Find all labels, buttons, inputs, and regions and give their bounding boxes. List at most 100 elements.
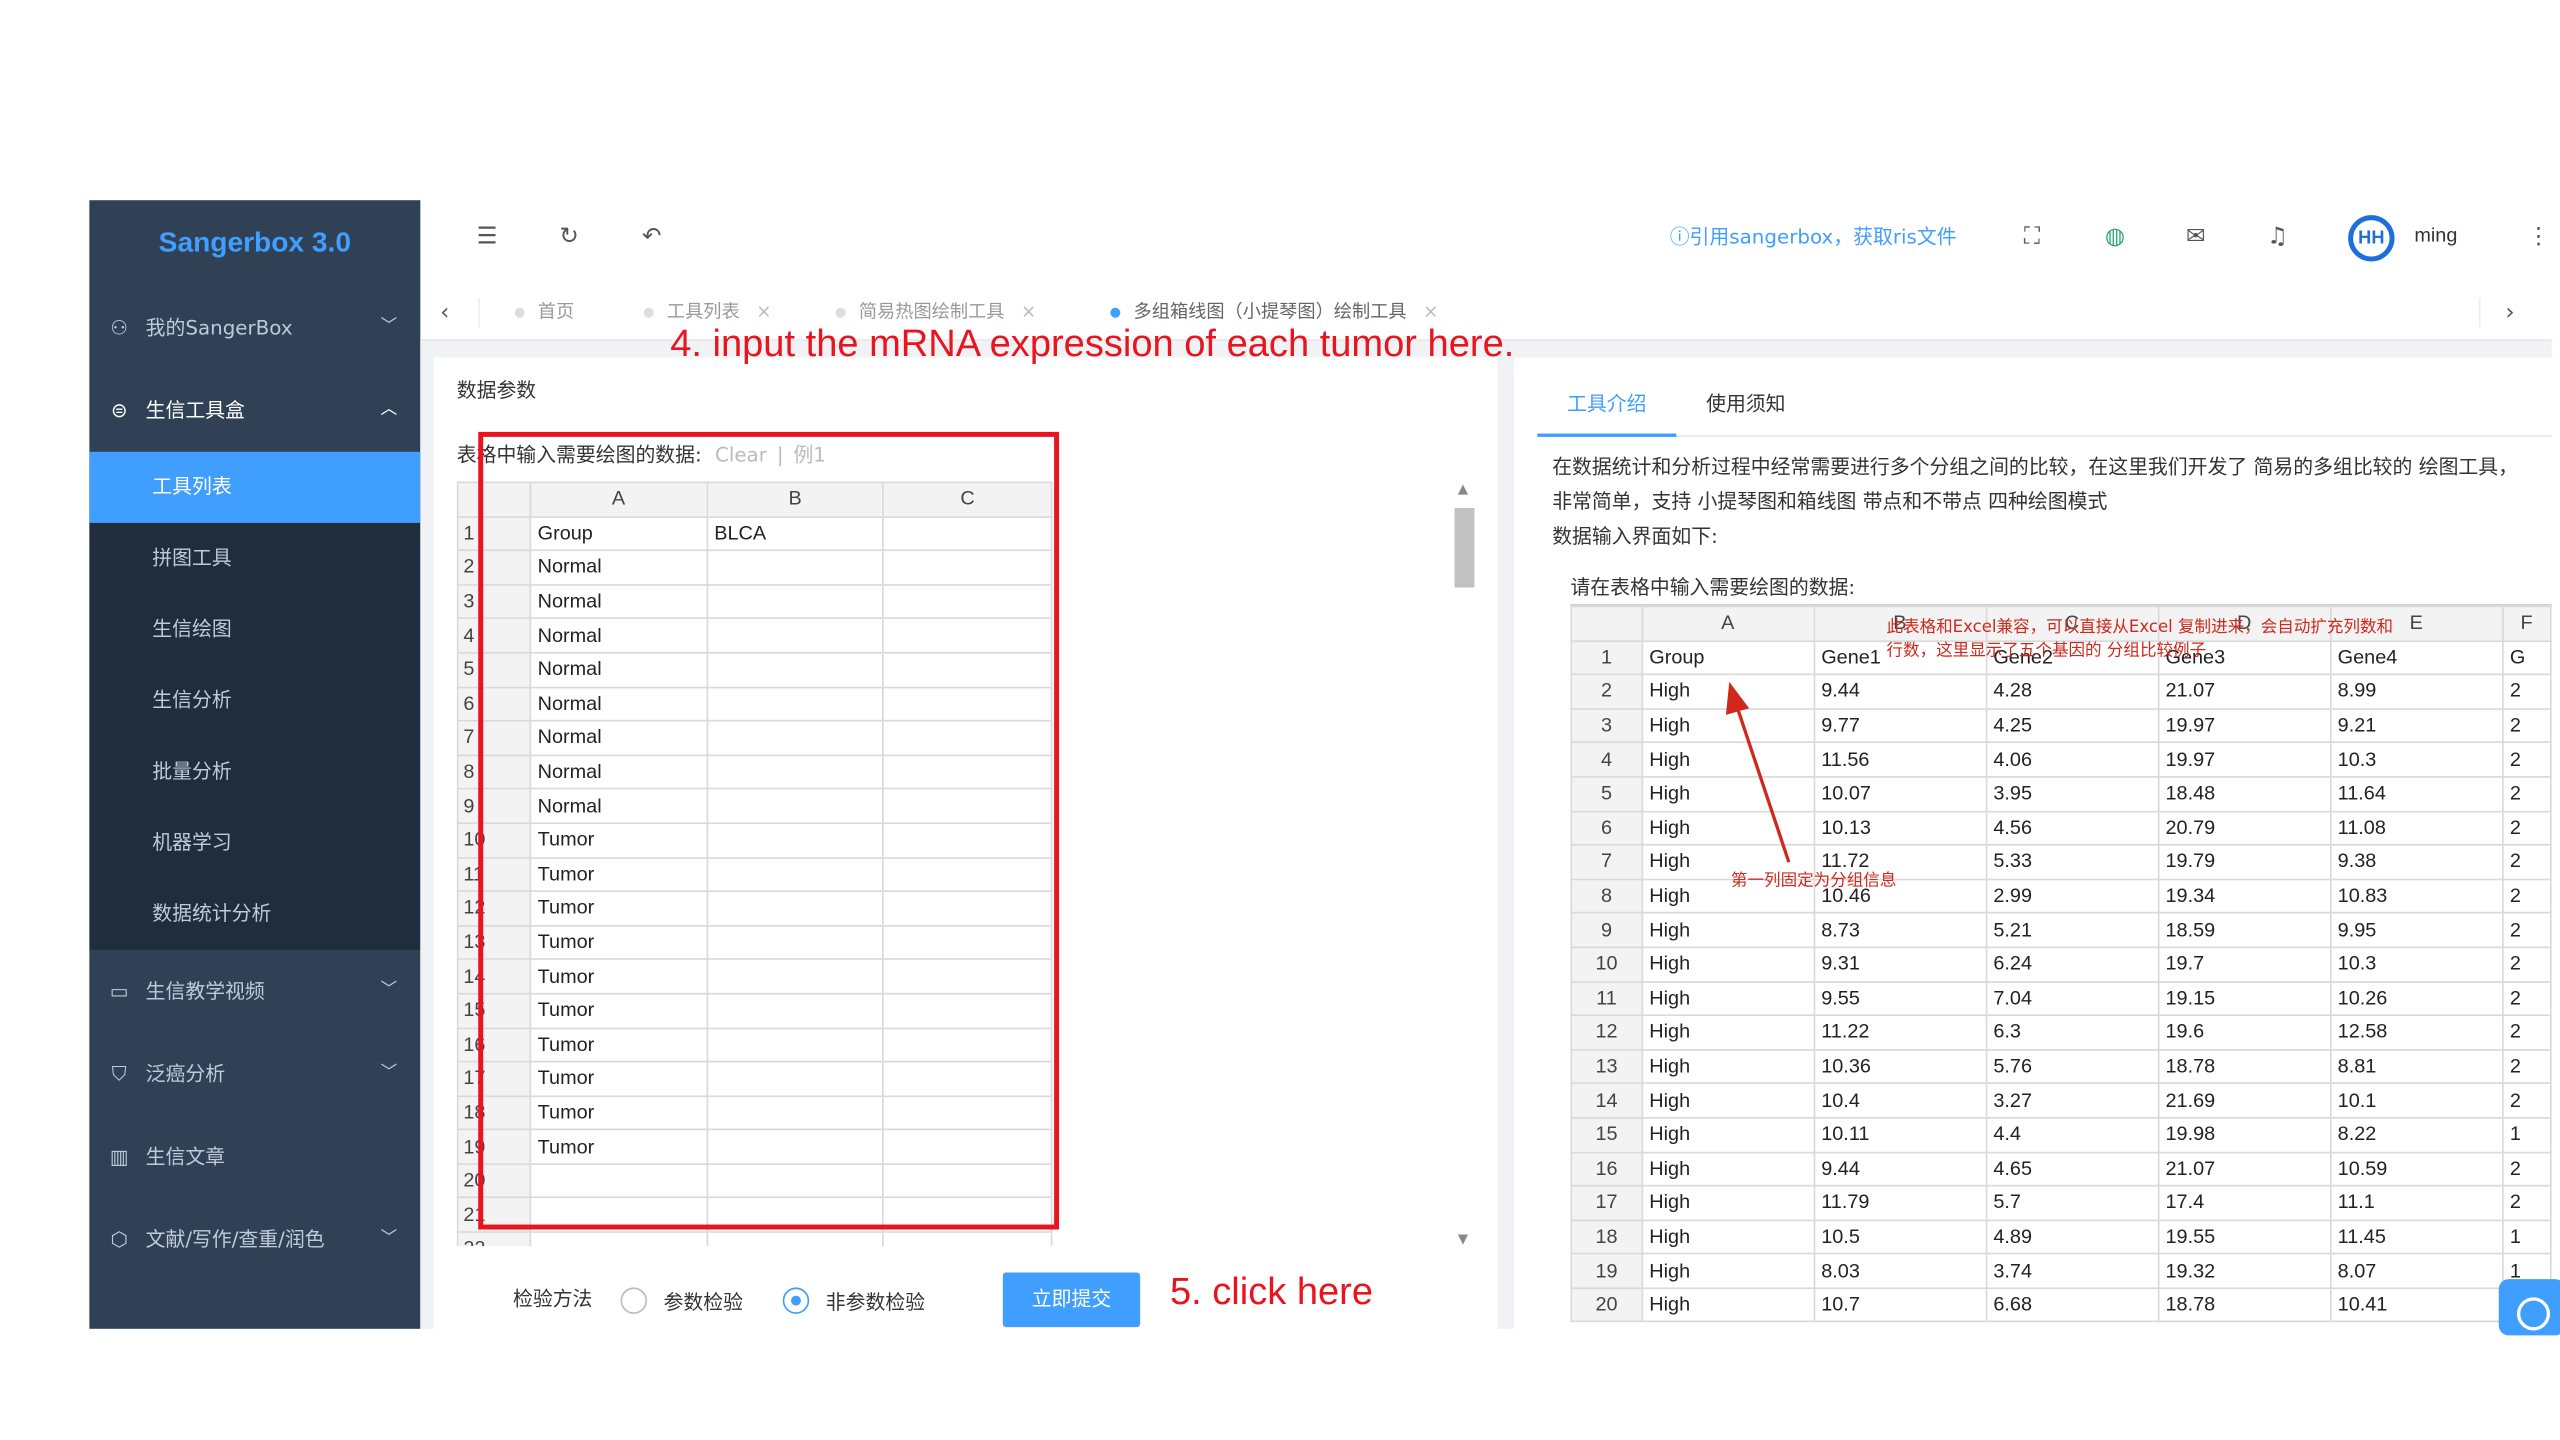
user-icon: ⚇: [110, 316, 129, 340]
menu-toolbox[interactable]: ⊜ 生信工具盒 ︿: [89, 369, 420, 452]
submenu-bio-plot[interactable]: 生信绘图: [89, 594, 420, 665]
cell: High: [1640, 980, 1815, 1017]
scroll-thumb[interactable]: [1454, 508, 1475, 588]
highlight-box: [478, 431, 1060, 1230]
cell: High: [1640, 1253, 1815, 1289]
cell: 10.3: [2329, 946, 2504, 983]
cell[interactable]: [705, 1231, 885, 1247]
cell: 1: [2501, 1219, 2552, 1255]
globe-icon[interactable]: ◍: [2105, 220, 2125, 253]
fullscreen-icon[interactable]: ⛶: [2024, 220, 2040, 253]
cell: G: [2501, 639, 2552, 676]
cell: 11.45: [2329, 1219, 2504, 1255]
cell: 9.95: [2329, 912, 2504, 949]
cell: 8.07: [2329, 1253, 2504, 1289]
cell[interactable]: [529, 1231, 708, 1247]
refresh-icon[interactable]: ↻: [559, 220, 578, 253]
submenu-bio-analysis[interactable]: 生信分析: [89, 665, 420, 736]
intro-paragraph: 在数据统计和分析过程中经常需要进行多个分组之间的比较，在这里我们开发了 简易的多…: [1552, 455, 2519, 513]
cell: 4.65: [1985, 1150, 2159, 1187]
row-number: 6: [1570, 810, 1643, 846]
submenu-data-statistics[interactable]: 数据统计分析: [89, 879, 420, 950]
radio-parametric[interactable]: [620, 1287, 648, 1314]
cell: High: [1640, 776, 1815, 812]
cell: 17.4: [2157, 1185, 2332, 1221]
cell: 20.79: [2157, 810, 2332, 846]
scroll-down-icon[interactable]: ▼: [1458, 1231, 1468, 1246]
video-icon: ▭: [109, 979, 129, 1003]
sidebar: Sangerbox 3.0 ⚇ 我的SangerBox ﹀ ⊜ 生信工具盒 ︿ …: [89, 200, 421, 1329]
corner-cell: [1570, 605, 1643, 642]
scroll-up-icon[interactable]: ▲: [1458, 482, 1468, 497]
mail-icon[interactable]: ✉: [2186, 220, 2205, 253]
radio-parametric-label[interactable]: 参数检验: [664, 1287, 743, 1315]
brand-logo[interactable]: Sangerbox 3.0: [89, 200, 420, 286]
cell: 5.76: [1985, 1048, 2159, 1085]
column-header: A: [1640, 605, 1815, 642]
step4-annotation: 4. input the mRNA expression of each tum…: [670, 321, 1515, 365]
table-row: 7 High 11.72 5.33 19.79 9.38 2: [1570, 844, 2552, 880]
cell: High: [1640, 1014, 1815, 1051]
submenu-machine-learning[interactable]: 机器学习: [89, 808, 420, 879]
tab-usage-notes[interactable]: 使用须知: [1706, 391, 1785, 417]
row-number: 17: [1570, 1185, 1643, 1221]
chevron-up-icon: ︿: [380, 400, 398, 419]
cell: 18.78: [2157, 1287, 2332, 1323]
cell: 4.56: [1985, 810, 2159, 846]
submit-button[interactable]: 立即提交: [1002, 1272, 1141, 1328]
cell: 4.28: [1985, 673, 2159, 710]
row-number: 3: [1570, 707, 1643, 744]
bell-icon[interactable]: ♫: [2267, 220, 2288, 253]
row-number: 2: [1570, 673, 1643, 710]
table-row: 4 High 11.56 4.06 19.97 10.3 2: [1570, 741, 2552, 778]
cell: 2: [2501, 673, 2552, 710]
menu-label: 生信文章: [145, 1145, 226, 1169]
book-icon: ▥: [109, 1145, 129, 1169]
cell: 2: [2501, 1185, 2552, 1221]
tab-divider: [478, 297, 480, 328]
tab-home[interactable]: 首页: [514, 285, 574, 341]
cell: 9.38: [2329, 844, 2504, 880]
help-chat-button[interactable]: [2498, 1279, 2560, 1336]
submenu-tool-list[interactable]: 工具列表: [89, 451, 421, 523]
radio-nonparametric-label[interactable]: 非参数检验: [826, 1287, 925, 1315]
row-number: 19: [1570, 1253, 1643, 1289]
table-row: 22: [456, 1231, 1053, 1247]
tabs-scroll-right-icon[interactable]: ›: [2505, 296, 2514, 329]
cell: 3.74: [1985, 1253, 2159, 1289]
table-row: 14 High 10.4 3.27 21.69 10.1 2: [1570, 1082, 2552, 1119]
cell: 10.5: [1812, 1219, 1987, 1255]
submenu-puzzle-tool[interactable]: 拼图工具: [89, 523, 420, 594]
username[interactable]: ming: [2414, 223, 2457, 246]
row-number: 8: [1570, 878, 1643, 915]
tabs-scroll-left-icon[interactable]: ‹: [440, 296, 449, 329]
cell: 19.97: [2157, 707, 2332, 744]
submenu-batch-analysis[interactable]: 批量分析: [89, 736, 420, 807]
cite-link[interactable]: ⓘ引用sangerbox，获取ris文件: [1670, 222, 1957, 252]
radio-nonparametric[interactable]: [782, 1287, 810, 1314]
avatar[interactable]: HH: [2348, 215, 2395, 262]
cell: 21.69: [2157, 1082, 2332, 1119]
cell: High: [1640, 1185, 1815, 1221]
menu-toggle-icon[interactable]: ☰: [477, 220, 498, 253]
undo-icon[interactable]: ↶: [642, 220, 661, 253]
cell: 11.1: [2329, 1185, 2504, 1221]
cell[interactable]: [882, 1231, 1053, 1247]
menu-my-sangerbox[interactable]: ⚇ 我的SangerBox ﹀: [89, 286, 420, 369]
sheet-scrollbar[interactable]: ▲ ▼: [1453, 482, 1476, 1246]
tab-tool-intro[interactable]: 工具介绍: [1567, 391, 1646, 417]
row-number: 9: [1570, 912, 1643, 949]
cell: 9.77: [1812, 707, 1987, 744]
menu-articles[interactable]: ▥ 生信文章: [89, 1115, 420, 1198]
table-row: 20High10.76.6818.7810.411: [1570, 1287, 2552, 1323]
table-row: 8 High 10.46 2.99 19.34 10.83 2: [1570, 878, 2552, 915]
menu-teaching-video[interactable]: ▭ 生信教学视频 ﹀: [89, 950, 420, 1033]
menu-literature[interactable]: ⬡ 文献/写作/查重/润色 ﹀: [89, 1198, 420, 1281]
cell: 3.95: [1985, 776, 2159, 812]
row-number: 1: [1570, 639, 1643, 676]
cell: 10.1: [2329, 1082, 2504, 1119]
menu-pan-cancer[interactable]: ⛉ 泛癌分析 ﹀: [89, 1033, 420, 1116]
cell: High: [1640, 1287, 1815, 1323]
more-vertical-icon[interactable]: ⋮: [2527, 220, 2550, 253]
cell: 11.64: [2329, 776, 2504, 812]
